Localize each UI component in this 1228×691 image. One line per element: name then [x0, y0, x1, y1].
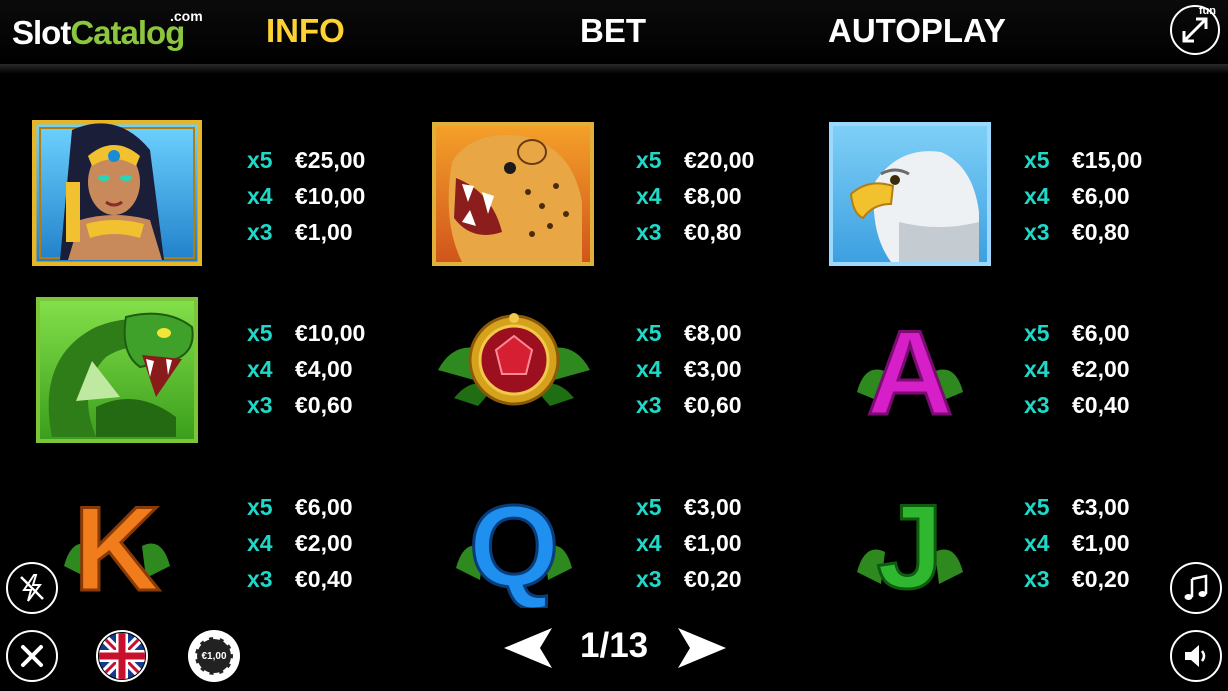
paytable-leopard: x5 €20,00 x4 €8,00 x3 €0,80 [636, 142, 754, 250]
sound-button[interactable] [1170, 630, 1222, 682]
symbol-letter-j: J [855, 479, 965, 616]
paytable-snake: x5 €10,00 x4 €4,00 x3 €0,60 [247, 315, 365, 423]
payout-row: x4 €8,00 [636, 183, 742, 209]
letter-k-text: K [74, 486, 161, 596]
top-bar-shadow [0, 64, 1228, 74]
symbol-letter-a: A [855, 305, 965, 442]
symbol-ruby-gem [434, 310, 594, 415]
payout-row: x4 €1,00 [636, 530, 742, 556]
close-icon [21, 645, 43, 667]
paytable-letter-q: x5 €3,00 x4 €1,00 x3 €0,20 [636, 489, 742, 597]
close-button[interactable] [6, 630, 58, 682]
turbo-off-icon [20, 574, 44, 602]
payout-row: x4 €4,00 [247, 356, 353, 382]
turbo-toggle-button[interactable] [6, 562, 58, 614]
music-button[interactable] [1170, 562, 1222, 614]
language-button[interactable] [96, 630, 148, 682]
fullscreen-button[interactable]: fun [1170, 5, 1220, 55]
symbol-snake [36, 297, 198, 448]
payout-row: x3 €0,80 [1024, 219, 1130, 245]
payout-row: x4 €6,00 [1024, 183, 1130, 209]
payout-row: x3 €0,40 [247, 566, 353, 592]
payout-row: x3 €0,60 [636, 392, 742, 418]
music-icon [1184, 574, 1208, 600]
payout-row: x5 €8,00 [636, 320, 742, 346]
payout-row: x3 €0,60 [247, 392, 353, 418]
prev-arrow-icon[interactable] [502, 626, 554, 670]
payout-row: x4 €2,00 [247, 530, 353, 556]
top-bar: SlotCatalog .com INFO BET AUTOPLAY fun [0, 0, 1228, 64]
bet-chip-button[interactable]: €1,00 [188, 630, 240, 682]
paytable-letter-j: x5 €3,00 x4 €1,00 x3 €0,20 [1024, 489, 1130, 597]
uk-flag-icon [99, 633, 145, 679]
payout-row: x5 €25,00 [247, 147, 366, 173]
bet-chip-value: €1,00 [201, 650, 227, 662]
letter-j-text: J [877, 488, 944, 606]
payout-row: x4 €10,00 [247, 183, 366, 209]
payout-row: x5 €3,00 [1024, 494, 1130, 520]
symbol-leopard [432, 122, 594, 271]
bet-chip-icon: €1,00 [195, 637, 233, 675]
payout-row: x5 €6,00 [247, 494, 353, 520]
payout-row: x4 €3,00 [636, 356, 742, 382]
payout-row: x3 €1,00 [247, 219, 353, 245]
paytable-eagle: x5 €15,00 x4 €6,00 x3 €0,80 [1024, 142, 1142, 250]
slotcatalog-logo: SlotCatalog .com [12, 8, 203, 51]
tab-autoplay[interactable]: AUTOPLAY [828, 12, 1006, 50]
expand-arrows-icon [1182, 17, 1208, 43]
payout-row: x3 €0,20 [636, 566, 742, 592]
symbol-eagle [829, 122, 991, 271]
payout-row: x5 €3,00 [636, 494, 742, 520]
payout-row: x4 €1,00 [1024, 530, 1130, 556]
page-indicator: 1/13 [580, 626, 649, 665]
payout-row: x3 €0,20 [1024, 566, 1130, 592]
symbol-cleopatra [31, 119, 203, 271]
sound-icon [1185, 645, 1206, 667]
payout-row: x3 €0,40 [1024, 392, 1130, 418]
payout-row: x5 €10,00 [247, 320, 366, 346]
paytable-letter-a: x5 €6,00 x4 €2,00 x3 €0,40 [1024, 315, 1130, 423]
paytable-ruby-gem: x5 €8,00 x4 €3,00 x3 €0,60 [636, 315, 742, 423]
paytable-letter-k: x5 €6,00 x4 €2,00 x3 €0,40 [247, 489, 353, 597]
payout-row: x4 €2,00 [1024, 356, 1130, 382]
payout-row: x3 €0,80 [636, 219, 742, 245]
tab-info[interactable]: INFO [266, 12, 345, 50]
payout-row: x5 €15,00 [1024, 147, 1143, 173]
letter-q-text: Q [469, 488, 559, 608]
payout-row: x5 €20,00 [636, 147, 755, 173]
tab-bet[interactable]: BET [580, 12, 646, 50]
next-arrow-icon[interactable] [676, 626, 728, 670]
paytable-cleopatra: x5 €25,00 x4 €10,00 x3 €1,00 [247, 142, 365, 250]
payout-row: x5 €6,00 [1024, 320, 1130, 346]
symbol-letter-q: Q [454, 480, 574, 613]
symbol-letter-k: K [62, 481, 172, 618]
letter-a-text: A [867, 312, 954, 418]
